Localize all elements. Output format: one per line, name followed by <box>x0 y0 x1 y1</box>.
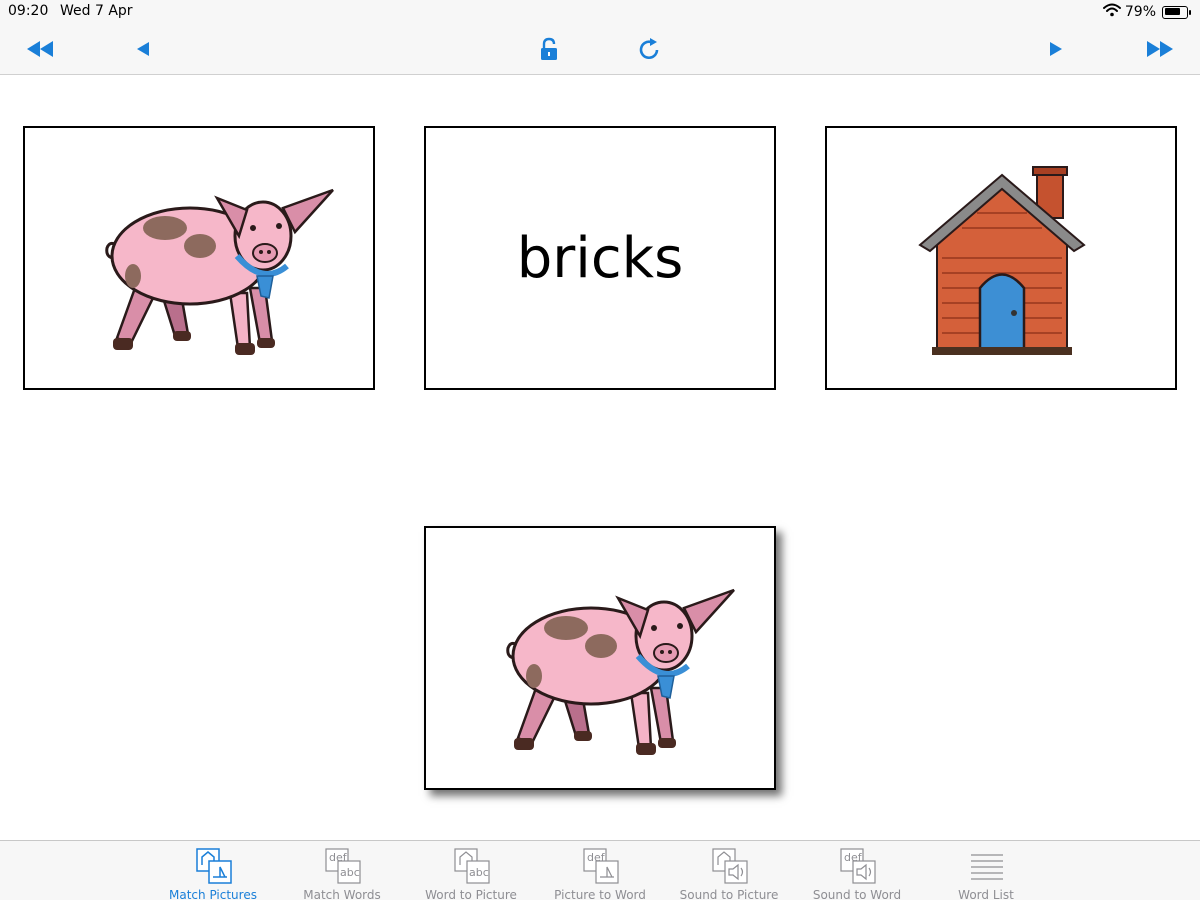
sound-to-picture-icon <box>712 848 748 884</box>
first-button[interactable] <box>22 36 58 62</box>
match-pictures-icon <box>196 848 232 884</box>
battery-percent: 79% <box>1124 4 1156 20</box>
tab-word-list[interactable]: Word List <box>926 845 1046 902</box>
left-triangle-icon <box>137 42 149 56</box>
refresh-button[interactable] <box>632 36 668 62</box>
next-button[interactable] <box>1038 36 1074 62</box>
icon-text: abc <box>340 866 360 879</box>
tab-sound-to-picture[interactable]: Sound to Picture <box>669 845 789 902</box>
choice-card-1[interactable] <box>23 126 375 390</box>
unlock-icon <box>541 37 557 60</box>
tab-word-to-picture[interactable]: abc Word to Picture <box>411 845 531 902</box>
picture-to-word-icon: def <box>583 848 619 884</box>
tab-match-pictures[interactable]: Match Pictures <box>153 845 273 902</box>
tab-bar: Match Pictures def abc Match Words abc W… <box>0 840 1200 902</box>
target-card[interactable] <box>424 526 776 790</box>
tab-sound-to-word[interactable]: def Sound to Word <box>797 845 917 902</box>
tab-picture-to-word[interactable]: def Picture to Word <box>540 845 660 902</box>
double-right-triangle-icon <box>1147 41 1173 57</box>
pig-image <box>426 528 774 788</box>
icon-text: abc <box>469 866 489 879</box>
word-list-icon <box>971 854 1003 880</box>
tab-match-words[interactable]: def abc Match Words <box>282 845 402 902</box>
status-time: 09:20 <box>8 3 49 19</box>
word-to-picture-icon: abc <box>454 848 490 884</box>
double-left-triangle-icon <box>27 41 53 57</box>
previous-button[interactable] <box>125 36 161 62</box>
toolbar <box>0 24 1200 75</box>
refresh-icon <box>639 38 659 60</box>
right-triangle-icon <box>1050 42 1062 56</box>
pig-image <box>25 128 373 388</box>
status-right: 79% <box>1102 3 1191 21</box>
battery-fill <box>1164 8 1181 15</box>
sound-to-word-icon: def <box>840 848 876 884</box>
last-button[interactable] <box>1142 36 1178 62</box>
card-word: bricks <box>516 225 684 291</box>
lock-button[interactable] <box>531 36 567 62</box>
brick-house-image <box>918 165 1086 357</box>
battery-icon <box>1162 5 1191 19</box>
match-words-icon: def abc <box>325 848 361 884</box>
choice-card-2[interactable]: bricks <box>424 126 776 390</box>
wifi-icon <box>1102 3 1121 21</box>
status-date: Wed 7 Apr <box>60 3 133 19</box>
choice-card-3[interactable] <box>825 126 1177 390</box>
status-bar: 09:20 Wed 7 Apr 79% <box>0 0 1200 24</box>
